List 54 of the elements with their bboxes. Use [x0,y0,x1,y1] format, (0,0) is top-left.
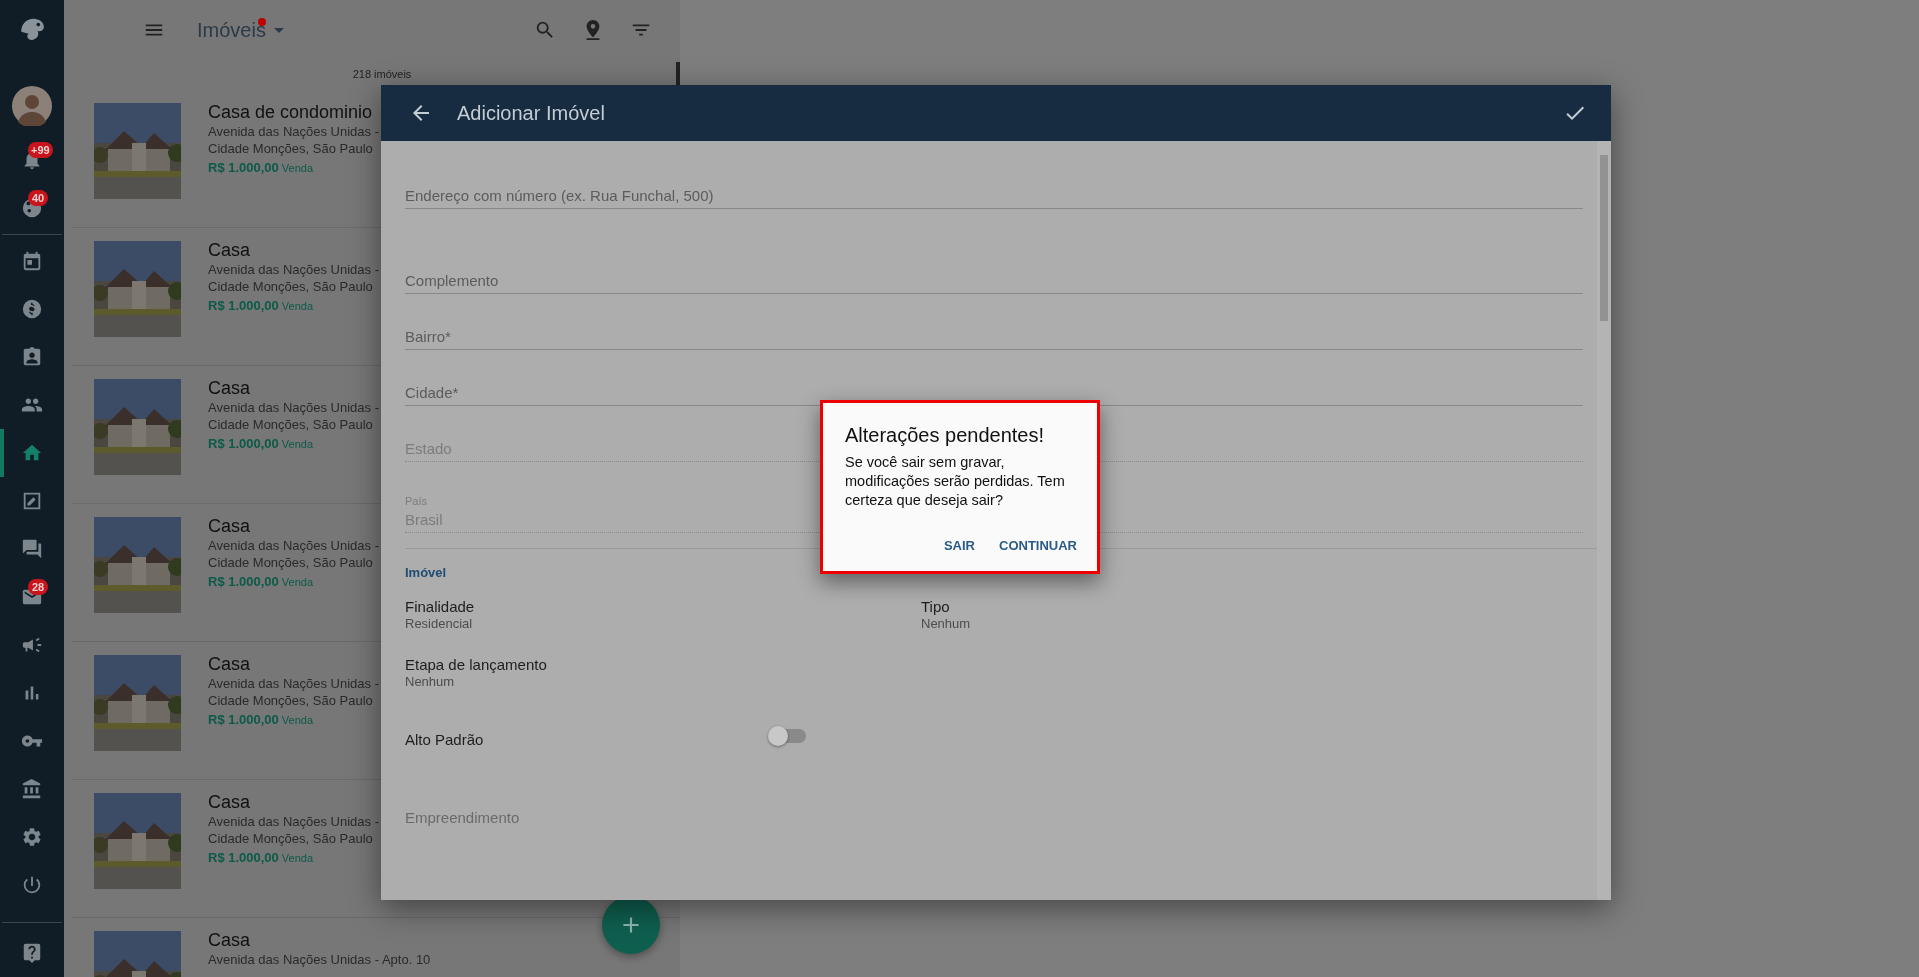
property-address: Avenida das Nações Unidas - [208,813,380,830]
list-title[interactable]: Imóveis [197,18,266,42]
input-field[interactable]: Complemento [405,271,1583,294]
dialog-button[interactable]: CONTINUAR [991,532,1085,559]
deal-type: Venda [281,576,314,588]
property-city: Cidade Monções, São Paulo [208,554,374,571]
property-price: R$ 1.000,00 [208,160,279,175]
property-price: R$ 1.000,00 [208,850,279,865]
property-address: Avenida das Nações Unidas - [208,261,380,278]
dialog-title: Alterações pendentes! [845,424,1046,447]
deal-type: Venda [281,852,314,864]
property-selector[interactable]: Tipo Nenhum [921,598,971,631]
property-price: R$ 1.000,00 [208,712,279,727]
property-price: R$ 1.000,00 [208,298,279,313]
property-title: Casa [208,791,252,813]
input-field[interactable]: Bairro* [405,327,1583,350]
property-title: Casa [208,515,252,537]
property-city: Cidade Monções, São Paulo [208,692,374,709]
property-price: R$ 1.000,00 [208,436,279,451]
count-badge: +99 [28,142,53,158]
property-address: Avenida das Nações Unidas - [208,123,380,140]
toggle-label: Alto Padrão [405,731,485,749]
result-count: 218 imóveis [352,68,412,80]
property-city: Cidade Monções, São Paulo [208,830,374,847]
input-field[interactable]: Empreendimento [405,809,520,827]
property-address: Avenida das Nações Unidas - [208,537,380,554]
property-address: Avenida das Nações Unidas - [208,399,380,416]
deal-type: Venda [281,300,314,312]
dialog-message: Se você sair sem gravar, modificações serão perdidas. Tem certeza que deseja sair? [845,453,1066,510]
deal-type: Venda [281,438,314,450]
property-price: R$ 1.000,00 [208,574,279,589]
property-selector[interactable]: Etapa de lançamento Nenhum [405,656,547,689]
property-title: Casa [208,929,252,951]
property-address: Avenida das Nações Unidas - Apto. 10 [208,951,431,968]
property-title: Casa de condominio [208,101,374,123]
section-title: Imóvel [405,565,448,580]
property-selector[interactable]: Finalidade Residencial [405,598,475,631]
count-badge: 28 [28,579,48,595]
modal-title: Adicionar Imóvel [457,101,605,125]
deal-type: Venda [281,714,314,726]
dialog-button[interactable]: SAIR [935,532,983,559]
property-city: Cidade Monções, São Paulo [208,140,374,157]
property-city: Cidade Monções, São Paulo [208,416,374,433]
property-city: Cidade Monções, São Paulo [208,278,374,295]
sidebar-item[interactable]: 28 [0,573,64,621]
property-title: Casa [208,239,252,261]
sidebar-item[interactable]: +99 [0,136,64,184]
property-title: Casa [208,653,252,675]
input-field[interactable]: Endereço com número (ex. Rua Funchal, 500) [405,186,1583,209]
deal-type: Venda [281,162,314,174]
count-badge: 40 [28,190,48,206]
sidebar-item[interactable]: 40 [0,184,64,232]
property-address: Avenida das Nações Unidas - [208,675,380,692]
property-title: Casa [208,377,252,399]
